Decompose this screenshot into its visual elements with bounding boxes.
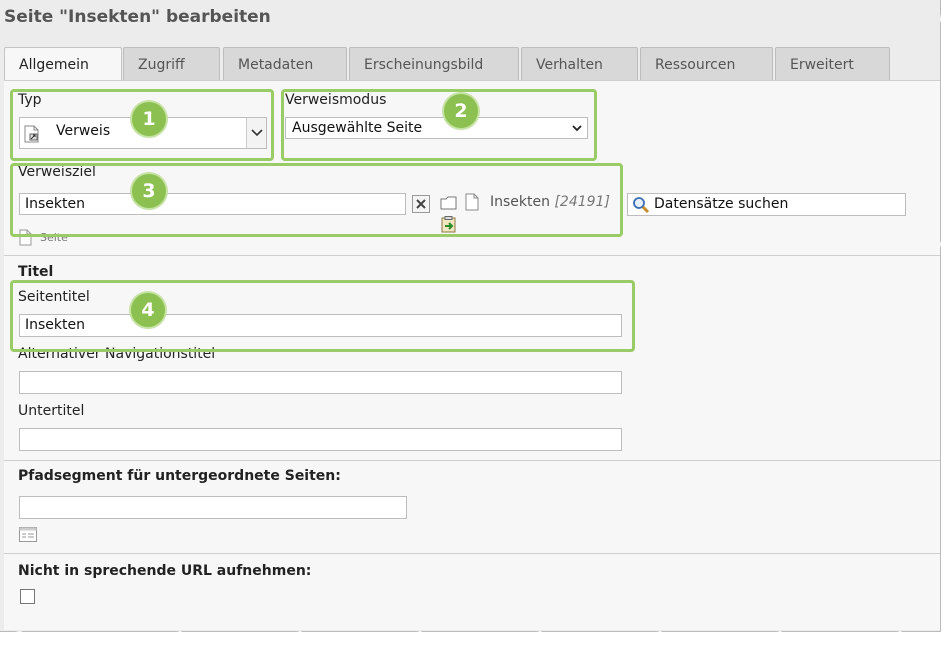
nicht-url-label: Nicht in sprechende URL aufnehmen:	[18, 563, 312, 579]
form-wizard-icon[interactable]	[19, 527, 37, 546]
record-search-placeholder: Datensätze suchen	[654, 196, 789, 212]
tab-metadaten[interactable]: Metadaten	[223, 47, 347, 81]
divider	[4, 255, 940, 256]
torn-edge-right	[937, 0, 951, 645]
callout-badge-2: 2	[444, 94, 478, 128]
tab-allgemein[interactable]: Allgemein	[4, 47, 122, 82]
tab-erscheinungsbild[interactable]: Erscheinungsbild	[349, 47, 519, 81]
titel-section-heading: Titel	[18, 264, 54, 280]
page-title: Seite "Insekten" bearbeiten	[4, 7, 271, 27]
tab-verhalten[interactable]: Verhalten	[521, 47, 638, 81]
highlight-frame-verweisziel	[10, 163, 623, 237]
highlight-frame-seitentitel	[10, 280, 635, 352]
pfadsegment-input[interactable]	[19, 496, 407, 519]
callout-badge-1: 1	[132, 102, 166, 136]
record-search-input[interactable]: Datensätze suchen	[627, 193, 906, 216]
divider	[4, 460, 940, 461]
edit-form-page: Seite "Insekten" bearbeiten Allgemein Zu…	[0, 0, 941, 632]
alt-nav-input[interactable]	[19, 371, 622, 394]
tab-zugriff[interactable]: Zugriff	[123, 47, 220, 81]
untertitel-input[interactable]	[19, 428, 622, 451]
magnifier-icon	[632, 196, 650, 218]
tab-ressourcen[interactable]: Ressourcen	[640, 47, 773, 81]
torn-edge-bottom	[0, 631, 951, 645]
callout-badge-4: 4	[131, 293, 165, 327]
highlight-frame-verweismodus	[281, 89, 597, 161]
untertitel-label: Untertitel	[18, 403, 85, 419]
callout-badge-3: 3	[132, 174, 166, 208]
divider	[4, 553, 940, 554]
tab-erweitert[interactable]: Erweitert	[775, 47, 890, 81]
pfadsegment-label: Pfadsegment für untergeordnete Seiten:	[18, 468, 341, 484]
nicht-url-checkbox[interactable]	[20, 589, 35, 604]
